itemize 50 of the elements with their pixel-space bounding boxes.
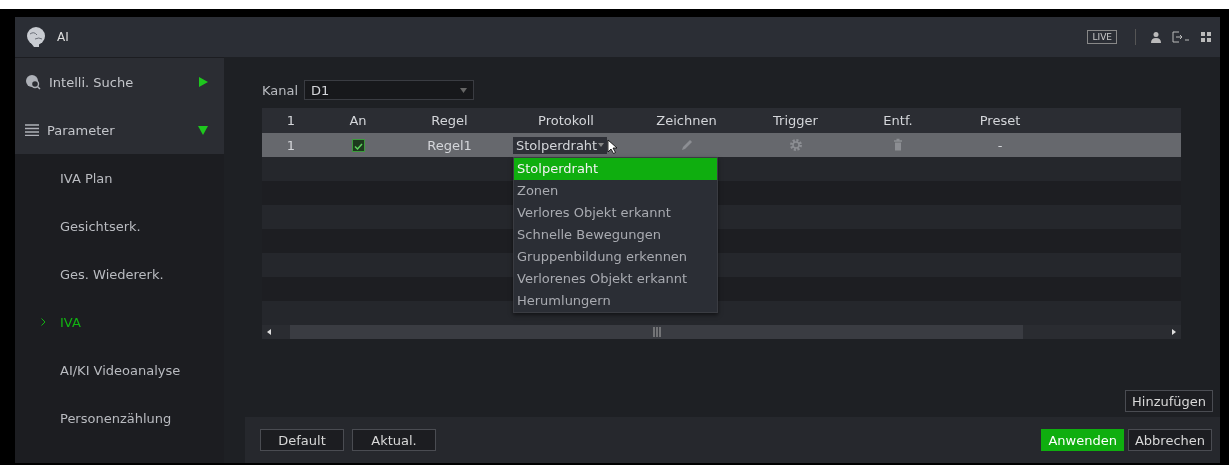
mouse-pointer-icon (607, 139, 617, 154)
checkbox[interactable] (351, 138, 365, 152)
column-header: Entf. (882, 113, 914, 128)
grip-icon (652, 327, 661, 337)
horizontal-scrollbar[interactable] (262, 325, 1181, 339)
dropdown-option[interactable]: Herumlungern (514, 290, 717, 312)
footer-button[interactable]: Aktual. (352, 429, 436, 451)
channel-label: Kanal (262, 82, 299, 98)
dropdown-option[interactable]: Verlorenes Objekt erkannt (514, 268, 717, 290)
add-button[interactable]: Hinzufügen (1125, 390, 1213, 412)
column-header: Regel (430, 113, 469, 128)
sidebar-item[interactable]: Gesichtserk. (15, 202, 224, 250)
sidebar-item[interactable]: IVA Plan (15, 154, 224, 202)
column-header: 1 (285, 113, 297, 128)
dropdown-option[interactable]: Schnelle Bewegungen (514, 224, 717, 246)
table-cell-text: 1 (285, 137, 297, 153)
window-title: AI (57, 30, 70, 44)
footer-button[interactable]: Default (260, 429, 344, 451)
sidebar-section[interactable]: Parameter (15, 106, 224, 154)
sidebar-item[interactable]: IVA (15, 298, 224, 346)
section-label: Parameter (47, 122, 116, 138)
caret-down-icon (460, 87, 468, 93)
dropdown-option[interactable]: Zonen (514, 180, 717, 202)
cancel-button[interactable]: Abbrechen (1127, 429, 1212, 451)
sidebar-item[interactable]: Ges. Wiedererk. (15, 250, 224, 298)
user-icon[interactable] (1150, 31, 1162, 43)
dropdown-option[interactable]: Gruppenbildung erkennen (514, 246, 717, 268)
table-row[interactable]: 1 Regel1 Stolperdraht - (262, 133, 1181, 157)
sidebar-item[interactable]: Personenzählung (15, 394, 224, 442)
column-header: An (348, 113, 368, 128)
live-button[interactable]: LIVE (1087, 30, 1117, 44)
sidebar-section[interactable]: Intelli. Suche (15, 58, 224, 106)
search-icon (25, 74, 41, 90)
protocol-dropdown[interactable]: Stolperdraht (513, 136, 608, 154)
column-header: Trigger (772, 113, 819, 128)
column-header: Zeichnen (655, 113, 718, 128)
table-cell-text: Regel1 (426, 137, 473, 153)
column-header: Protokoll (537, 113, 595, 128)
brain-head-icon (25, 26, 47, 48)
sidebar-item[interactable]: AI/KI Videoanalyse (15, 346, 224, 394)
column-header: Preset (978, 113, 1022, 128)
list-icon (25, 124, 39, 136)
caret-down-icon (598, 143, 605, 147)
dropdown-option[interactable]: Verlores Objekt erkannt (514, 202, 717, 224)
chevron-icon (41, 318, 46, 326)
channel-dropdown[interactable]: D1 (304, 80, 475, 100)
logout-icon[interactable] (1172, 31, 1190, 43)
section-label: Intelli. Suche (49, 74, 135, 90)
table-cell-text: - (996, 137, 1004, 153)
grid-icon[interactable] (1200, 31, 1212, 43)
